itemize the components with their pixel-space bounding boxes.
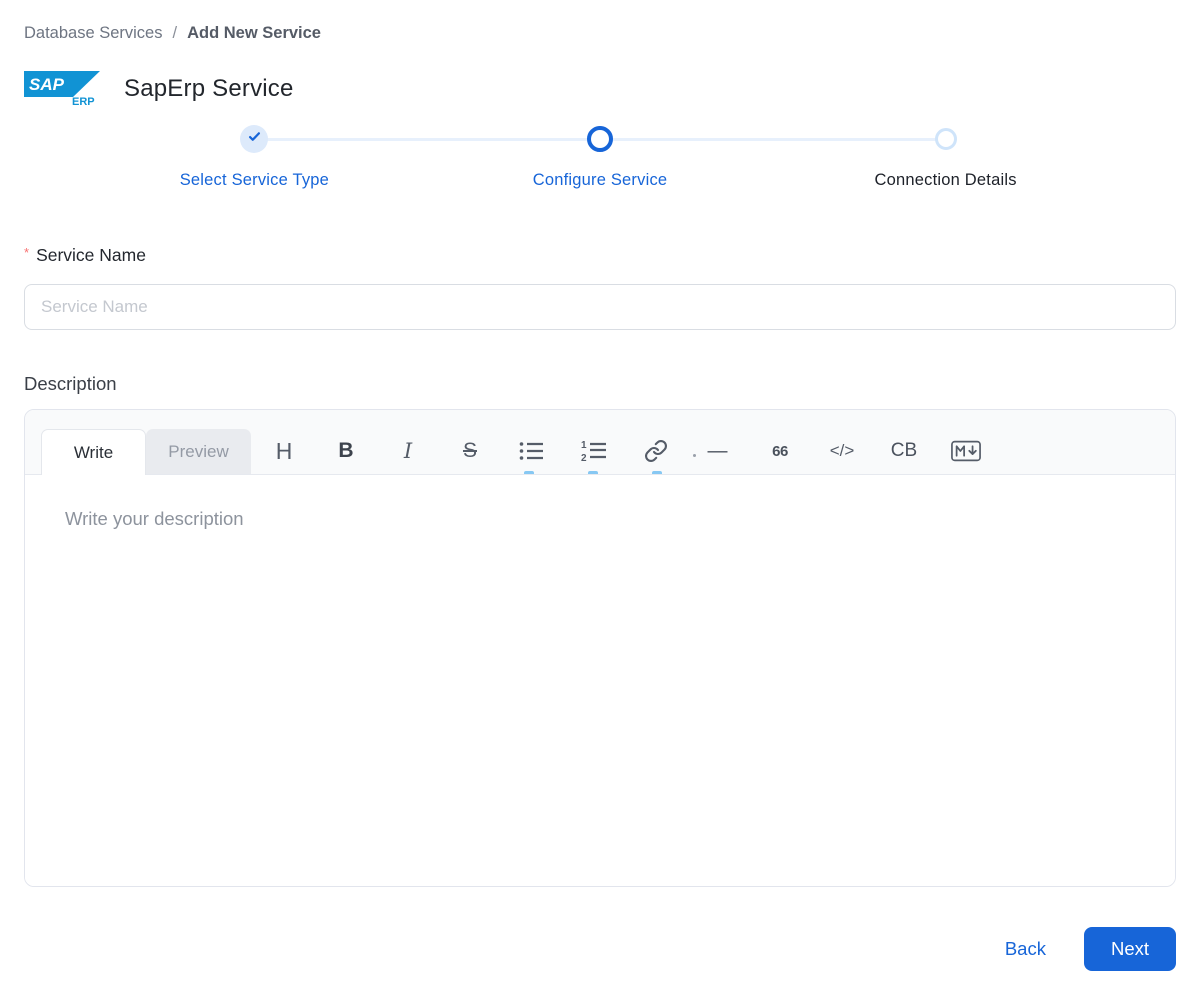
clipped-tooltip-artifact <box>652 471 662 474</box>
code-icon[interactable]: </> <box>827 437 857 465</box>
stepper: Select Service Type Configure Service Co… <box>24 125 1176 195</box>
service-name-label: * Service Name <box>24 245 1176 266</box>
codeblock-icon[interactable]: CB <box>889 437 919 465</box>
page-header: SAP ERP SapErp Service <box>24 69 1176 109</box>
description-label: Description <box>24 373 117 394</box>
next-button[interactable]: Next <box>1083 927 1176 971</box>
dot-artifact <box>693 454 696 457</box>
step-label-select-service-type: Select Service Type <box>179 171 330 189</box>
editor-tabs: Write Preview <box>41 429 251 475</box>
heading-icon[interactable]: H <box>269 437 299 465</box>
bullet-list-icon[interactable] <box>517 437 547 465</box>
description-textarea[interactable] <box>25 475 1175 886</box>
service-name-label-text: Service Name <box>36 245 146 265</box>
svg-text:1: 1 <box>581 440 587 451</box>
add-new-service-page: Database Services / Add New Service SAP … <box>0 0 1200 971</box>
breadcrumb-database-services[interactable]: Database Services <box>24 24 163 43</box>
tab-preview[interactable]: Preview <box>146 429 251 474</box>
page-title: SapErp Service <box>124 75 294 102</box>
back-button[interactable]: Back <box>1005 938 1046 960</box>
required-asterisk: * <box>24 245 30 260</box>
strikethrough-icon[interactable]: S <box>455 437 485 465</box>
quote-icon[interactable]: 66 <box>765 437 795 465</box>
service-name-input[interactable] <box>24 284 1176 330</box>
svg-text:2: 2 <box>581 453 587 463</box>
editor-toolbar: Write Preview H B I S 1 2 — 66 </> CB <box>25 410 1175 475</box>
tab-write[interactable]: Write <box>41 429 146 475</box>
description-editor: Write Preview H B I S 1 2 — 66 </> CB Wr… <box>24 409 1176 887</box>
link-icon[interactable] <box>641 437 671 465</box>
editor-body <box>25 475 1175 886</box>
editor-tools: H B I S 1 2 — 66 </> CB <box>269 437 981 465</box>
svg-text:SAP: SAP <box>29 75 65 94</box>
bold-icon[interactable]: B <box>331 437 361 465</box>
step-label-connection-details: Connection Details <box>874 171 1017 189</box>
numbered-list-icon[interactable]: 1 2 <box>579 437 609 465</box>
markdown-icon[interactable] <box>951 437 981 465</box>
breadcrumb-add-new-service: Add New Service <box>187 24 321 42</box>
check-icon <box>247 129 262 149</box>
breadcrumb-separator: / <box>172 24 178 42</box>
footer-actions: Back Next <box>24 927 1176 971</box>
step-dot-active <box>587 126 613 152</box>
step-dot-completed <box>240 125 269 153</box>
breadcrumb: Database Services / Add New Service <box>24 24 1176 43</box>
step-label-configure-service: Configure Service <box>532 171 668 189</box>
horizontal-rule-icon[interactable]: — <box>703 437 733 465</box>
step-dot-pending <box>934 128 957 150</box>
clipped-tooltip-artifact <box>588 471 598 474</box>
italic-icon[interactable]: I <box>393 437 423 465</box>
clipped-tooltip-artifact <box>524 471 534 474</box>
svg-text:ERP: ERP <box>72 96 95 108</box>
sap-erp-logo-icon: SAP ERP <box>24 70 102 108</box>
